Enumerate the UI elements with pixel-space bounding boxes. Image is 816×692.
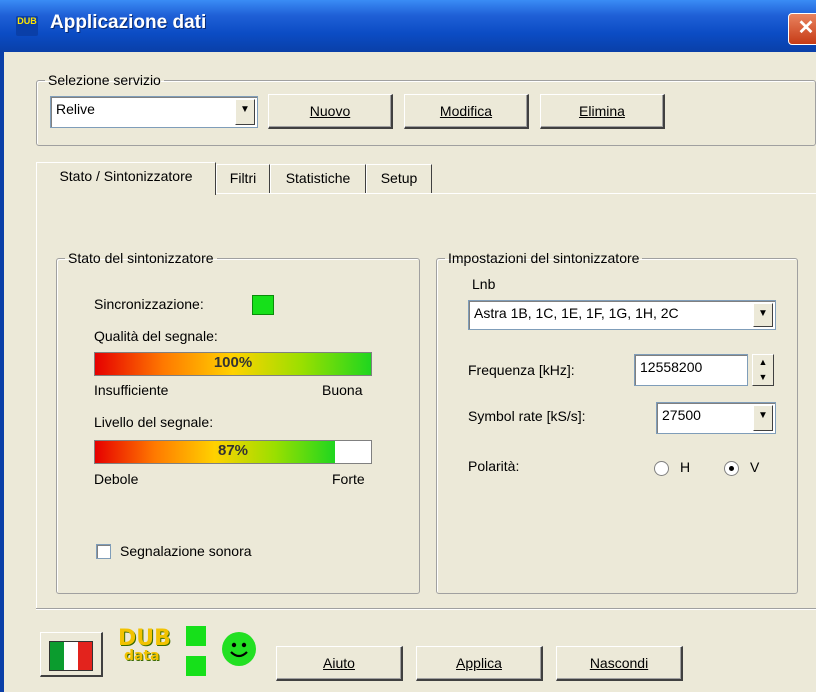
tab-setup[interactable]: Setup <box>366 164 432 193</box>
italy-flag-icon <box>49 641 93 671</box>
new-button-label: Nuovo <box>309 103 351 119</box>
help-button-label: Aiuto <box>323 655 355 671</box>
symbol-rate-select[interactable]: 27500 ▼ <box>656 402 776 434</box>
delete-button[interactable]: Elimina <box>540 94 665 129</box>
spin-down-icon[interactable]: ▼ <box>753 370 773 385</box>
language-flag-button[interactable] <box>40 632 103 677</box>
frequency-input[interactable]: 12558200 <box>634 354 748 386</box>
hide-button[interactable]: Nascondi <box>556 646 683 681</box>
footer-divider <box>36 608 816 610</box>
polarity-v-radio[interactable] <box>724 461 739 476</box>
new-button[interactable]: Nuovo <box>268 94 393 129</box>
quality-label: Qualità del segnale: <box>94 328 218 344</box>
hide-button-label: Nascondi <box>589 655 649 671</box>
quality-value: 100% <box>213 354 253 371</box>
smiley-icon <box>222 632 256 666</box>
polarity-label: Polarità: <box>468 458 520 474</box>
level-min-label: Debole <box>94 471 139 487</box>
status-led-bottom <box>186 656 206 676</box>
sound-checkbox[interactable] <box>96 544 111 559</box>
quality-min-label: Insufficiente <box>94 382 169 398</box>
service-select-value: Relive <box>56 101 95 117</box>
tuner-settings-legend: Impostazioni del sintonizzatore <box>448 250 640 266</box>
frequency-spinner[interactable]: ▲ ▼ <box>752 354 774 386</box>
tab-stato-sintonizzatore[interactable]: Stato / Sintonizzatore <box>36 162 216 195</box>
logo-text-bottom: data <box>124 648 160 664</box>
apply-button-label: Applica <box>456 655 502 671</box>
app-logo-icon: DUB <box>16 16 38 36</box>
level-max-label: Forte <box>332 471 365 487</box>
quality-max-label: Buona <box>322 382 363 398</box>
tab-statistiche[interactable]: Statistiche <box>270 164 366 193</box>
symbol-rate-label: Symbol rate [kS/s]: <box>468 408 586 424</box>
service-select[interactable]: Relive ▼ <box>50 96 258 128</box>
polarity-h-label: H <box>680 459 691 475</box>
level-value: 87% <box>217 442 249 459</box>
edit-button[interactable]: Modifica <box>404 94 529 129</box>
chevron-down-icon[interactable]: ▼ <box>753 405 773 431</box>
window-border <box>0 52 4 692</box>
lnb-label: Lnb <box>472 276 496 292</box>
edit-button-label: Modifica <box>439 103 493 119</box>
lnb-select[interactable]: Astra 1B, 1C, 1E, 1F, 1G, 1H, 2C ▼ <box>468 300 776 330</box>
frequency-value: 12558200 <box>640 359 703 375</box>
app-window: DUB Applicazione dati ✕ Selezione serviz… <box>0 0 816 692</box>
level-label: Livello del segnale: <box>94 414 214 430</box>
delete-button-label: Elimina <box>579 103 625 119</box>
sync-indicator <box>252 295 274 315</box>
service-selection-legend: Selezione servizio <box>48 72 161 88</box>
sound-label: Segnalazione sonora <box>120 543 252 559</box>
apply-button[interactable]: Applica <box>416 646 543 681</box>
tab-filtri[interactable]: Filtri <box>216 164 270 193</box>
app-icon-text: DUB <box>17 16 37 26</box>
status-led-top <box>186 626 206 646</box>
level-bar: 87% <box>94 440 372 464</box>
lnb-select-value: Astra 1B, 1C, 1E, 1F, 1G, 1H, 2C <box>474 305 679 321</box>
tuner-status-legend: Stato del sintonizzatore <box>68 250 214 266</box>
chevron-down-icon[interactable]: ▼ <box>753 303 773 327</box>
close-icon[interactable]: ✕ <box>788 13 816 45</box>
dub-data-logo: DUB data <box>118 626 176 676</box>
symbol-rate-value: 27500 <box>662 407 701 423</box>
sync-label: Sincronizzazione: <box>94 296 204 312</box>
quality-bar: 100% <box>94 352 372 376</box>
window-title: Applicazione dati <box>50 12 207 33</box>
chevron-down-icon[interactable]: ▼ <box>235 99 255 125</box>
title-bar[interactable]: DUB Applicazione dati ✕ <box>0 0 816 52</box>
frequency-label: Frequenza [kHz]: <box>468 362 575 378</box>
help-button[interactable]: Aiuto <box>276 646 403 681</box>
polarity-h-radio[interactable] <box>654 461 669 476</box>
spin-up-icon[interactable]: ▲ <box>753 355 773 370</box>
polarity-v-label: V <box>750 459 760 475</box>
